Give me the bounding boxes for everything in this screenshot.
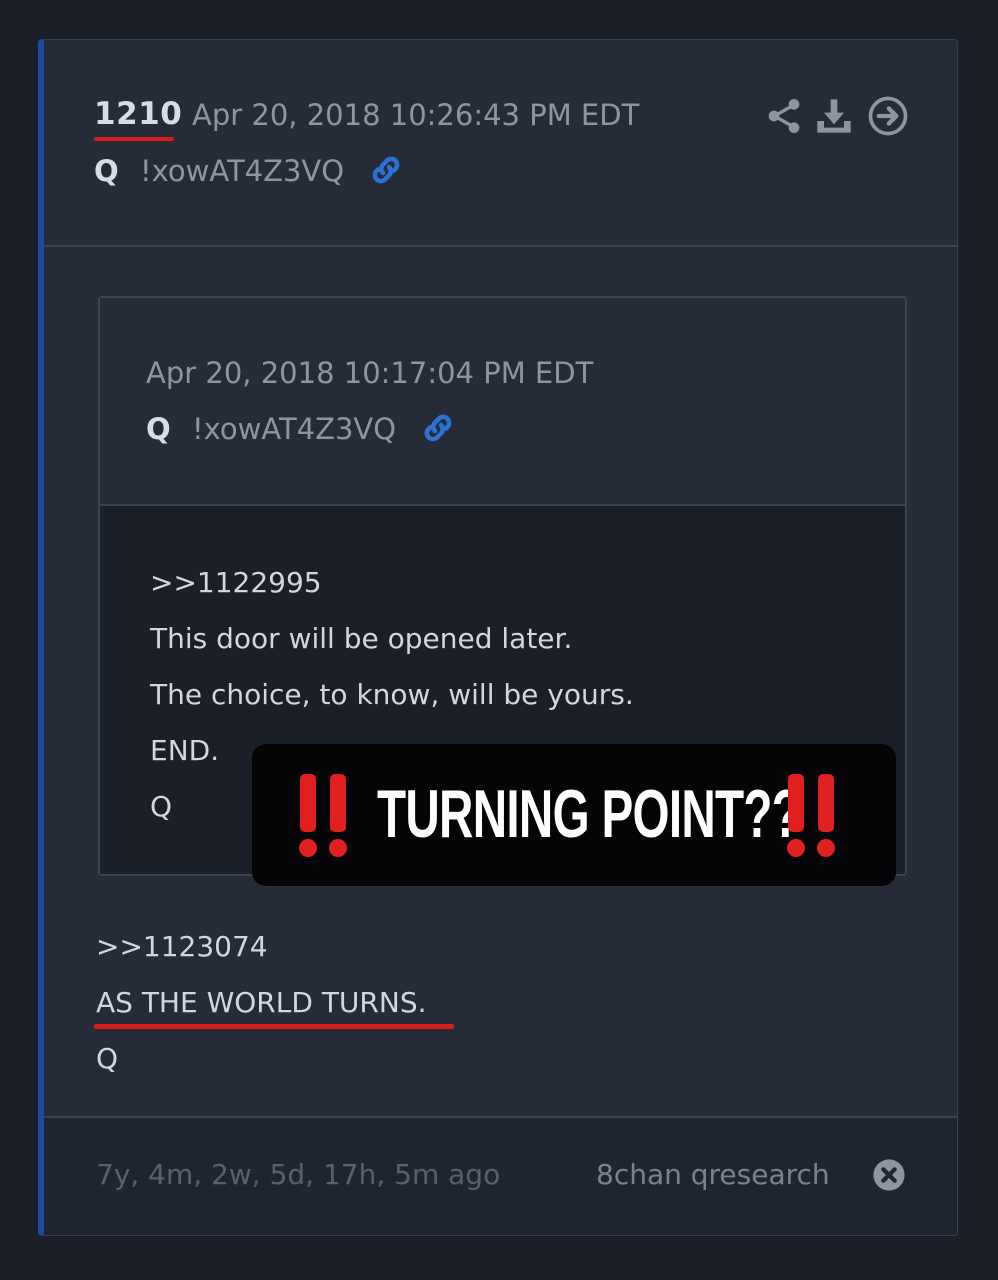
quoted-signature: Q — [150, 790, 173, 823]
post-author: Q — [94, 154, 119, 188]
quoted-text-line: END. — [150, 734, 220, 767]
link-icon[interactable] — [368, 152, 404, 188]
post-number[interactable]: 1210 — [94, 96, 182, 132]
arrow-right-circle-icon[interactable] — [868, 96, 908, 136]
quoted-post-date: Apr 20, 2018 10:17:04 PM EDT — [146, 356, 594, 390]
download-icon[interactable] — [814, 96, 854, 136]
close-icon[interactable] — [872, 1158, 906, 1192]
quoted-reply-link[interactable]: >>1122995 — [150, 566, 322, 599]
share-icon[interactable] — [764, 96, 804, 136]
post-tripcode: !xowAT4Z3VQ — [140, 154, 345, 188]
quoted-post-tripcode: !xowAT4Z3VQ — [192, 412, 397, 446]
post-signature: Q — [96, 1042, 119, 1075]
quoted-post-author: Q — [146, 412, 171, 446]
text-underline — [94, 1024, 454, 1029]
quoted-text-line: The choice, to know, will be yours. — [150, 678, 634, 711]
overlay-banner: TURNING POINT?? — [252, 744, 896, 886]
post-date: Apr 20, 2018 10:26:43 PM EDT — [192, 98, 640, 132]
overlay-text: TURNING POINT?? — [377, 776, 801, 852]
post-header: 1210 Apr 20, 2018 10:26:43 PM EDT Q !xow… — [44, 40, 957, 247]
quoted-post-header: Apr 20, 2018 10:17:04 PM EDT Q !xowAT4Z3… — [100, 298, 905, 506]
post-age: 7y, 4m, 2w, 5d, 17h, 5m ago — [96, 1158, 501, 1191]
post-text-line: AS THE WORLD TURNS. — [96, 986, 427, 1019]
reply-link[interactable]: >>1123074 — [96, 930, 268, 963]
post-footer: 7y, 4m, 2w, 5d, 17h, 5m ago 8chan qresea… — [44, 1116, 957, 1235]
double-exclamation-icon — [787, 774, 835, 857]
quoted-text-line: This door will be opened later. — [150, 622, 573, 655]
link-icon[interactable] — [420, 410, 456, 446]
post-number-underline — [94, 137, 174, 141]
post-source[interactable]: 8chan qresearch — [596, 1158, 830, 1191]
post-card: 1210 Apr 20, 2018 10:26:43 PM EDT Q !xow… — [38, 39, 958, 1236]
double-exclamation-icon — [299, 774, 347, 857]
